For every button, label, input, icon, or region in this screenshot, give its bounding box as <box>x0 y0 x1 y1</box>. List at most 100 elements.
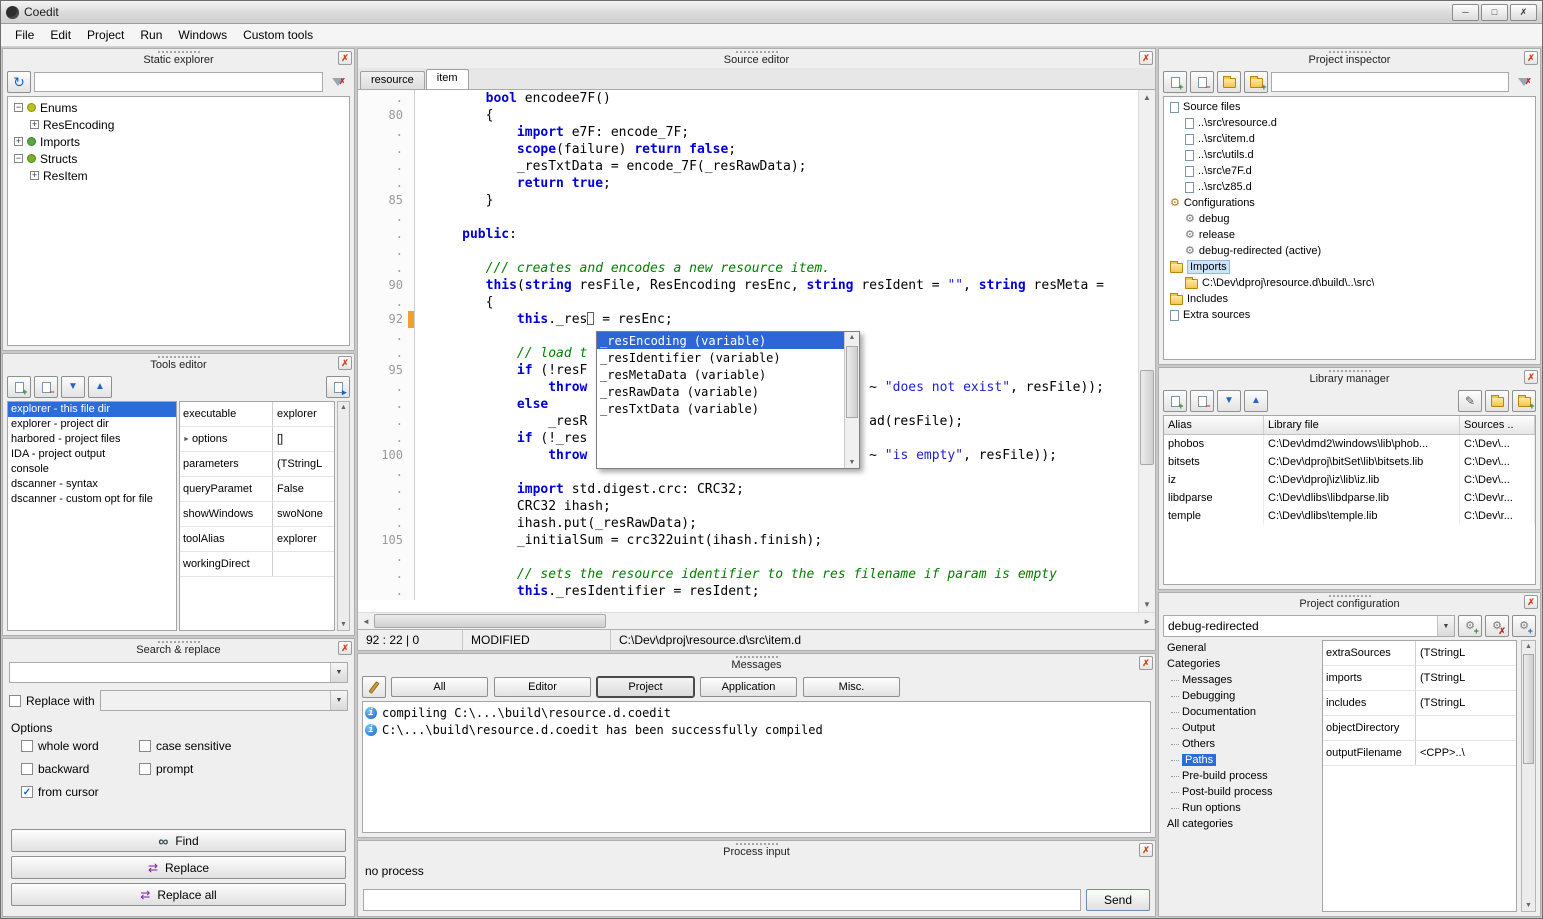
remove-library-button[interactable]: − <box>1190 390 1214 412</box>
category-item[interactable]: Documentation <box>1163 704 1318 720</box>
remove-configuration-button[interactable]: ⚙✗ <box>1485 615 1509 637</box>
close-panel-button[interactable]: ✗ <box>1524 51 1538 65</box>
property-value[interactable]: explorer <box>273 402 334 426</box>
tab-resource[interactable]: resource <box>360 71 425 89</box>
tree-item[interactable]: +ResItem <box>10 167 347 184</box>
property-value[interactable]: explorer <box>273 527 334 551</box>
property-value[interactable] <box>1416 716 1516 740</box>
tool-list-item[interactable]: harbored - project files <box>8 432 176 447</box>
completion-item[interactable]: _resTxtData (variable) <box>597 400 844 417</box>
drag-grip-icon[interactable] <box>736 656 778 658</box>
property-value[interactable]: (TStringL <box>1416 641 1516 665</box>
completion-item[interactable]: _resEncoding (variable) <box>597 332 844 349</box>
category-item[interactable]: Paths <box>1163 752 1318 768</box>
add-source-button[interactable]: + <box>1163 71 1187 93</box>
project-tree-item[interactable]: ..\src\e7F.d <box>1166 163 1533 179</box>
add-tool-button[interactable]: + <box>7 376 31 398</box>
configuration-combobox[interactable]: debug-redirected ▼ <box>1163 615 1455 637</box>
library-row[interactable]: bitsetsC:\Dev\dproj\bitSet\lib\bitsets.l… <box>1164 453 1535 471</box>
property-row[interactable]: includes(TStringL <box>1323 691 1516 716</box>
category-item[interactable]: Post-build process <box>1163 784 1318 800</box>
symbol-filter-button[interactable] <box>326 71 350 93</box>
replace-button[interactable]: ⇄Replace <box>11 856 346 879</box>
close-panel-button[interactable]: ✗ <box>338 641 352 655</box>
close-button[interactable]: ✗ <box>1510 4 1537 21</box>
project-tree-item[interactable]: Includes <box>1166 291 1533 307</box>
move-tool-up-button[interactable]: ▲ <box>88 376 112 398</box>
tool-list-item[interactable]: dscanner - custom opt for file <box>8 492 176 507</box>
property-row[interactable]: toolAliasexplorer <box>180 527 334 552</box>
filter-misc[interactable]: Misc. <box>803 677 900 697</box>
category-item[interactable]: Messages <box>1163 672 1318 688</box>
remove-tool-button[interactable]: − <box>34 376 58 398</box>
expand-arrow-icon[interactable]: ► <box>183 436 190 443</box>
project-tree-item[interactable]: ⚙release <box>1166 227 1533 243</box>
open-library-file-button[interactable] <box>1485 390 1509 412</box>
scrollbar-thumb[interactable] <box>1523 654 1534 764</box>
property-row[interactable]: outputFilename<CPP>..\ <box>1323 741 1516 766</box>
drag-grip-icon[interactable] <box>1329 595 1371 597</box>
category-item[interactable]: Run options <box>1163 800 1318 816</box>
tool-list-item[interactable]: explorer - project dir <box>8 417 176 432</box>
scrollbar-thumb[interactable] <box>846 346 858 418</box>
configuration-scrollbar[interactable]: ▲ ▼ <box>1521 640 1536 912</box>
menu-item-edit[interactable]: Edit <box>42 25 79 45</box>
tool-list-item[interactable]: explorer - this file dir <box>8 402 176 417</box>
project-tree-item[interactable]: Extra sources <box>1166 307 1533 323</box>
tree-item[interactable]: +Imports <box>10 133 347 150</box>
close-panel-button[interactable]: ✗ <box>1524 370 1538 384</box>
remove-source-button[interactable]: − <box>1190 71 1214 93</box>
add-library-button[interactable]: + <box>1163 390 1187 412</box>
scrollbar-thumb[interactable] <box>374 614 606 628</box>
property-grid-scrollbar[interactable]: ▲▼ <box>337 401 350 631</box>
close-panel-button[interactable]: ✗ <box>1139 656 1153 670</box>
category-item[interactable]: Debugging <box>1163 688 1318 704</box>
search-term-combobox[interactable]: ▼ <box>9 662 348 683</box>
backward-checkbox[interactable] <box>21 763 33 775</box>
drag-grip-icon[interactable] <box>736 843 778 845</box>
project-tree-item[interactable]: Source files <box>1166 99 1533 115</box>
category-item[interactable]: Others <box>1163 736 1318 752</box>
tool-list-item[interactable]: dscanner - syntax <box>8 477 176 492</box>
tree-item[interactable]: −Structs <box>10 150 347 167</box>
property-row[interactable]: parameters(TStringL <box>180 452 334 477</box>
category-item[interactable]: All categories <box>1163 816 1318 832</box>
project-tree-item[interactable]: ⚙debug <box>1166 211 1533 227</box>
property-value[interactable]: False <box>273 477 334 501</box>
tree-item[interactable]: +ResEncoding <box>10 116 347 133</box>
menu-item-file[interactable]: File <box>7 25 42 45</box>
library-row[interactable]: libdparseC:\Dev\dlibs\libdparse.libC:\De… <box>1164 489 1535 507</box>
project-tree-item[interactable]: ..\src\item.d <box>1166 131 1533 147</box>
from-cursor-checkbox[interactable]: ✓ <box>21 786 33 798</box>
close-panel-button[interactable]: ✗ <box>338 51 352 65</box>
project-tree-item[interactable]: ⚙Configurations <box>1166 195 1533 211</box>
run-tool-button[interactable]: ▸ <box>326 376 350 398</box>
drag-grip-icon[interactable] <box>158 356 200 358</box>
property-row[interactable]: workingDirect <box>180 552 334 577</box>
clear-messages-button[interactable] <box>362 676 386 698</box>
project-tree-item[interactable]: ..\src\resource.d <box>1166 115 1533 131</box>
tool-list-item[interactable]: console <box>8 462 176 477</box>
close-panel-button[interactable]: ✗ <box>1139 51 1153 65</box>
project-tree-item[interactable]: ..\src\z85.d <box>1166 179 1533 195</box>
property-value[interactable]: (TStringL <box>1416 666 1516 690</box>
chevron-down-icon[interactable]: ▼ <box>330 663 347 682</box>
filter-project[interactable]: Project <box>597 677 694 697</box>
property-value[interactable]: swoNone <box>273 502 334 526</box>
project-tree-item[interactable]: ⚙debug-redirected (active) <box>1166 243 1533 259</box>
send-button[interactable]: Send <box>1086 889 1150 911</box>
whole-word-checkbox[interactable] <box>21 740 33 752</box>
property-value[interactable]: <CPP>..\ <box>1416 741 1516 765</box>
column-header[interactable]: Library file <box>1264 416 1460 434</box>
category-item[interactable]: Output <box>1163 720 1318 736</box>
tab-item[interactable]: item <box>426 69 469 89</box>
process-input-field[interactable] <box>363 889 1081 911</box>
tool-list-item[interactable]: IDA - project output <box>8 447 176 462</box>
property-row[interactable]: ►options[] <box>180 427 334 452</box>
edit-library-button[interactable]: ✎ <box>1458 390 1482 412</box>
find-button[interactable]: ∞Find <box>11 829 346 852</box>
tree-expander-icon[interactable]: + <box>30 120 39 129</box>
replace-all-button[interactable]: ⇄Replace all <box>11 883 346 906</box>
close-panel-button[interactable]: ✗ <box>338 356 352 370</box>
chevron-down-icon[interactable]: ▼ <box>330 691 347 710</box>
